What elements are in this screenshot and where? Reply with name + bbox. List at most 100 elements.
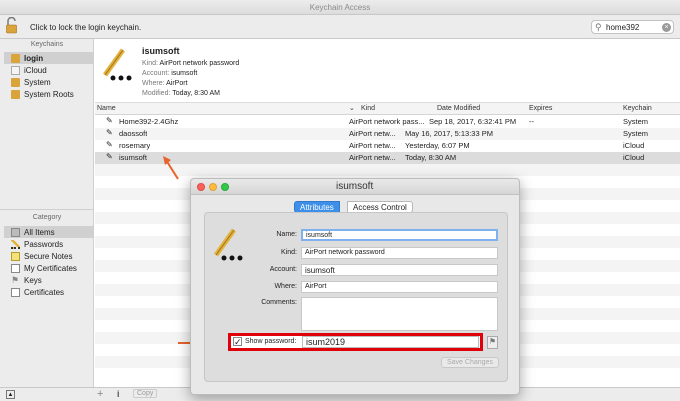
item-detail-dialog: isumsoft Attributes Access Control Name:… (190, 178, 520, 395)
account-field[interactable]: isumsoft (301, 264, 498, 276)
close-window-button[interactable] (197, 183, 205, 191)
search-icon: ⚲ (595, 22, 602, 32)
sort-chevron-down-icon: ⌄ (349, 105, 355, 112)
row-pencil-icon: ✎ (106, 152, 113, 161)
lock-icon[interactable] (6, 16, 17, 34)
sidebar-divider (0, 209, 94, 210)
name-label: Name: (276, 231, 297, 238)
add-icon[interactable]: + (97, 388, 103, 400)
certificate-icon (11, 263, 20, 273)
row-date: Sep 18, 2017, 6:32:41 PM (429, 117, 517, 126)
table-row[interactable]: ✎ rosemary AirPort netw... Yesterday, 6:… (95, 140, 680, 152)
row-pencil-icon: ✎ (106, 140, 113, 149)
info-account-label: Account: (142, 70, 170, 77)
sidebar-item-system[interactable]: System (4, 76, 93, 88)
search-field[interactable]: ⚲ home392 × (591, 20, 674, 34)
show-password-checkbox[interactable]: ✓ (233, 337, 242, 347)
column-header-expires[interactable]: Expires (529, 105, 552, 112)
row-kind: AirPort netw... (349, 153, 396, 162)
row-keychain: iCloud (623, 153, 645, 162)
row-kind: AirPort netw... (349, 129, 396, 138)
row-keychain: iCloud (623, 141, 645, 150)
column-header-name[interactable]: Name (97, 105, 116, 112)
sidebar-item-label: My Certificates (24, 263, 77, 273)
pencil-icon (11, 239, 20, 249)
row-keychain: System (623, 129, 649, 138)
where-label: Where: (274, 283, 297, 290)
key-icon[interactable]: ⚑ (487, 336, 498, 349)
comments-label: Comments: (261, 299, 297, 306)
annotation-arrow-row (163, 156, 179, 180)
row-name: isumsoft (119, 153, 147, 162)
clear-search-icon[interactable]: × (662, 23, 671, 32)
note-icon (11, 251, 20, 261)
row-kind: AirPort network pass... (349, 117, 425, 126)
row-expires: -- (529, 117, 534, 126)
sidebar-item-label: Certificates (24, 287, 65, 297)
kind-label: Kind: (281, 249, 297, 256)
sidebar-item-login[interactable]: login (4, 52, 93, 64)
comments-field[interactable] (301, 297, 498, 331)
info-kind-label: Kind: (142, 60, 158, 67)
show-password-label: Show password: (245, 338, 297, 345)
info-modified-label: Modified: (142, 90, 171, 97)
keychains-header: Keychains (30, 41, 64, 48)
sidebar-item-certificates[interactable]: Certificates (4, 286, 93, 298)
dialog-title: isumsoft (336, 181, 374, 192)
sidebar-item-secure-notes[interactable]: Secure Notes (4, 250, 93, 262)
toolbar: Click to lock the login keychain. ⚲ home… (0, 15, 680, 39)
table-header: Name ⌄ Kind Date Modified Expires Keycha… (95, 103, 680, 115)
table-row[interactable]: ✎ Home392-2.4Ghz AirPort network pass...… (95, 116, 680, 128)
minimize-window-button[interactable] (209, 183, 217, 191)
row-pencil-icon: ✎ (106, 116, 113, 125)
category-header: Category (32, 214, 62, 221)
row-kind: AirPort netw... (349, 141, 396, 150)
sidebar-item-label: login (24, 53, 44, 63)
sidebar-toggle-icon[interactable]: ▲ (6, 390, 15, 399)
row-date: Today, 8:30 AM (405, 153, 457, 162)
kind-field[interactable]: AirPort network password (301, 247, 498, 259)
row-name: daossoft (119, 129, 148, 138)
column-header-date[interactable]: Date Modified (437, 105, 480, 112)
sidebar-item-label: All Items (24, 227, 55, 237)
sidebar-item-all-items[interactable]: All Items (4, 226, 93, 238)
table-row[interactable]: ✎ daossoft AirPort netw... May 16, 2017,… (95, 128, 680, 140)
where-field[interactable]: AirPort (301, 281, 498, 293)
column-header-keychain[interactable]: Keychain (623, 105, 652, 112)
keychain-lock-icon (11, 89, 20, 99)
table-row-selected[interactable]: ✎ isumsoft AirPort netw... Today, 8:30 A… (95, 152, 680, 164)
keychain-icon (11, 65, 20, 75)
info-modified: Today, 8:30 AM (172, 90, 220, 97)
save-changes-button[interactable]: Save Changes (441, 357, 499, 368)
zoom-window-button[interactable] (221, 183, 229, 191)
sidebar-item-label: iCloud (24, 65, 47, 75)
row-pencil-icon: ✎ (106, 128, 113, 137)
info-name: isumsoft (142, 46, 180, 56)
attributes-panel: Name: isumsoft Kind: AirPort network pas… (204, 212, 508, 382)
info-kind: AirPort network password (159, 60, 240, 67)
password-field[interactable]: isum2019 (302, 336, 479, 348)
window-titlebar: Keychain Access (0, 0, 680, 15)
info-icon[interactable]: i (117, 389, 120, 399)
info-where-label: Where: (142, 80, 165, 87)
name-field[interactable]: isumsoft (301, 229, 498, 241)
sidebar-item-icloud[interactable]: iCloud (4, 64, 93, 76)
sidebar-item-system-roots[interactable]: System Roots (4, 88, 93, 100)
sidebar-item-passwords[interactable]: Passwords (4, 238, 93, 250)
sidebar-item-keys[interactable]: ⚑ Keys (4, 274, 93, 286)
password-item-icon (99, 47, 133, 83)
info-details: Kind: AirPort network password Account: … (142, 59, 239, 99)
column-header-kind[interactable]: Kind (361, 105, 375, 112)
account-label: Account: (269, 266, 297, 273)
sidebar-item-my-certificates[interactable]: My Certificates (4, 262, 93, 274)
sidebar-item-label: Secure Notes (24, 251, 73, 261)
sidebar-item-label: Keys (24, 275, 42, 285)
info-account: isumsoft (171, 70, 198, 77)
dialog-titlebar: isumsoft (191, 179, 519, 195)
row-name: rosemary (119, 141, 151, 150)
empty-row (95, 164, 680, 176)
key-icon: ⚑ (11, 274, 20, 285)
search-input[interactable]: home392 (606, 23, 639, 32)
copy-button[interactable]: Copy (133, 389, 158, 398)
lock-status-text: Click to lock the login keychain. (30, 23, 142, 32)
